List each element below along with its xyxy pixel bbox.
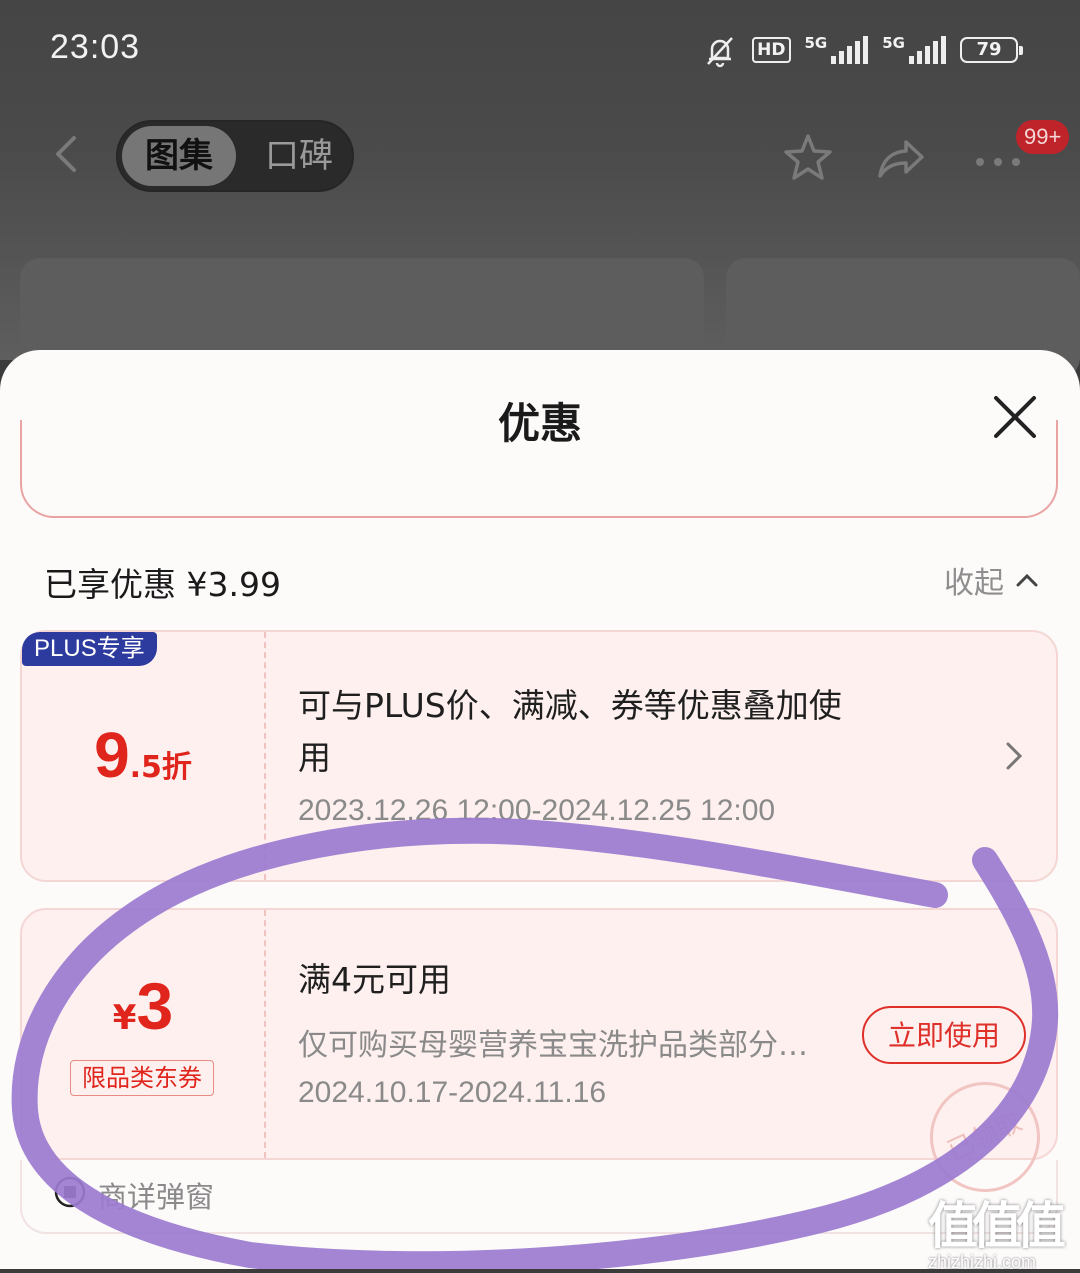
previous-card-edge [20, 420, 1058, 518]
star-icon[interactable] [780, 130, 836, 186]
coupon-amount-value: 3 [136, 969, 174, 1043]
bell-muted-icon [707, 37, 734, 68]
share-icon[interactable] [874, 130, 930, 186]
coupon-divider [264, 910, 266, 1158]
watermark-logo: 值值值 [928, 1197, 1066, 1255]
discount-value: 9.5折 [22, 718, 264, 792]
collapse-label: 收起 [944, 566, 1004, 601]
coupon-title-line: 可与PLUS价、满减、券等优惠叠加使 [298, 686, 842, 725]
coupon-title: 可与PLUS价、满减、券等优惠叠加使 用 [298, 680, 842, 784]
coupon-amount: ¥3 [22, 968, 264, 1044]
coupon-title-line: 用 [298, 738, 331, 777]
status-time: 23:03 [50, 28, 141, 66]
coupon-desc: 仅可购买母婴营养宝宝洗护品类部分… [298, 1028, 808, 1063]
top-nav: 图集 口碑 99+ [0, 110, 1080, 200]
discount-sheet: 优惠 已享优惠 ¥3.99 收起 PLUS专享 9.5折 可与PLUS价、满减、… [0, 350, 1080, 1269]
coupon-date: 2023.12.26 12:00-2024.12.25 12:00 [298, 794, 776, 827]
enjoyed-discount-total: 已享优惠 ¥3.99 [44, 565, 281, 604]
coupon-divider [264, 632, 266, 880]
plus-exclusive-tag: PLUS专享 [22, 632, 157, 666]
signal-icon [909, 36, 946, 64]
network-type: 5G [804, 34, 828, 52]
signal-icon [831, 36, 869, 64]
coupon-title: 满4元可用 [298, 960, 451, 999]
popup-icon [54, 1176, 86, 1208]
popup-label: 商详弹窗 [98, 1180, 215, 1214]
battery-icon: 79 [960, 37, 1023, 63]
tab-reviews[interactable]: 口碑 [254, 126, 344, 186]
collapse-button[interactable]: 收起 [944, 558, 1040, 602]
back-arrow-icon[interactable] [44, 130, 92, 178]
chevron-right-icon[interactable] [998, 736, 1028, 776]
status-icons: HD 5G 5G 79 [702, 28, 1023, 72]
status-bar: 23:03 HD 5G 5G 79 [0, 0, 1080, 100]
coupon-category[interactable]: ¥3 限品类东券 满4元可用 仅可购买母婴营养宝宝洗护品类部分… 2024.10… [20, 908, 1059, 1211]
tab-switcher: 图集 口碑 [116, 120, 354, 192]
discount-small: .5折 [129, 750, 192, 785]
product-popup-row[interactable]: 商详弹窗 [20, 1160, 1058, 1234]
tab-gallery[interactable]: 图集 [122, 126, 236, 186]
use-now-button[interactable]: 立即使用 [862, 1006, 1026, 1064]
chevron-up-icon [1016, 573, 1038, 587]
hd-voice-icon: HD [752, 37, 791, 63]
message-count-badge: 99+ [1016, 120, 1070, 154]
discount-big: 9 [94, 719, 130, 791]
network-type: 5G [882, 34, 905, 52]
coupon-plus[interactable]: PLUS专享 9.5折 可与PLUS价、满减、券等优惠叠加使 用 2023.12… [20, 630, 1058, 882]
category-tag: 限品类东券 [70, 1060, 214, 1096]
site-watermark: 值值值 zhizhizhi.com [928, 1186, 1078, 1273]
coupon-date: 2024.10.17-2024.11.16 [298, 1076, 607, 1109]
currency-symbol: ¥ [112, 998, 137, 1038]
